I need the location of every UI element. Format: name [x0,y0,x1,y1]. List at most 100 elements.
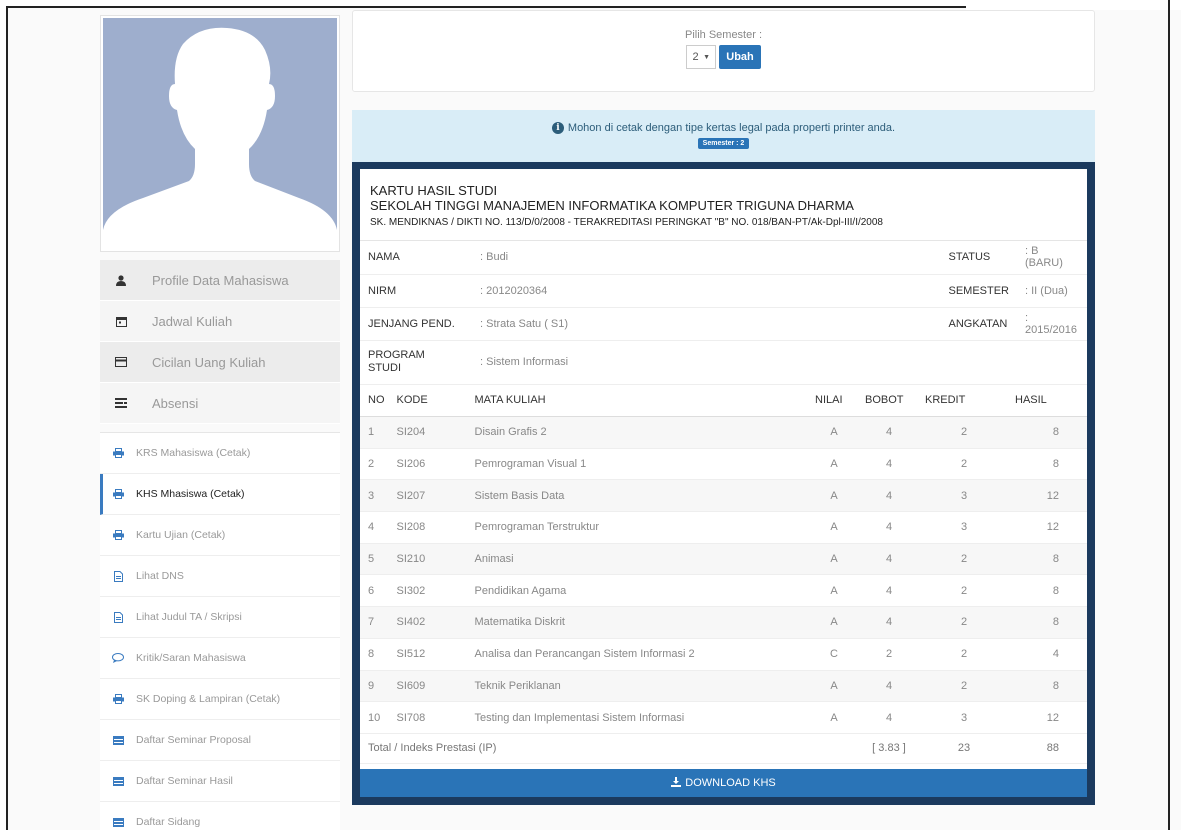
empty-cell [809,733,859,764]
nav-label: Kritik/Saran Mahasiswa [136,652,246,664]
info-icon: i [551,122,564,134]
menu-profile-data[interactable]: Profile Data Mahasiswa [100,260,340,301]
cell-mata-kuliah: Sistem Basis Data [468,479,809,513]
cell-kredit: 2 [919,416,1009,449]
avatar [100,15,340,252]
cell-hasil: 8 [1009,543,1087,576]
grade-header-row: NO KODE MATA KULIAH NILAI BOBOT KREDIT H… [360,384,1087,417]
menu-cicilan-uang-kuliah[interactable]: Cicilan Uang Kuliah [100,342,340,383]
semester-badge: Semester : 2 [697,138,750,149]
nav-seminar-proposal[interactable]: Daftar Seminar Proposal [100,720,340,761]
menu-absensi[interactable]: Absensi [100,383,340,424]
col-no: NO [360,384,391,417]
table-icon [112,816,124,828]
table-row: 10 SI708 Testing dan Implementasi Sistem I… [360,701,1087,734]
nav-khs-cetak[interactable]: KHS Mhasiswa (Cetak) [100,474,340,515]
file-icon [112,570,124,582]
nav-krs-cetak[interactable]: KRS Mahasiswa (Cetak) [100,433,340,474]
cell-nilai: A [809,511,859,544]
cell-nilai: A [809,701,859,734]
semester-label: Pilih Semester : [684,29,763,41]
table-row: 6 SI302 Pendidikan Agama A 4 2 8 [360,574,1087,608]
table-row: 3 SI207 Sistem Basis Data A 4 3 12 [360,479,1087,513]
info-row: JENJANG PEND. : Strata Satu ( S1) ANGKAT… [360,307,1087,341]
nav-label: Lihat DNS [136,570,184,582]
nav-kartu-ujian[interactable]: Kartu Ujian (Cetak) [100,515,340,556]
khs-title: KARTU HASIL STUDI [370,183,498,198]
nav-daftar-sidang[interactable]: Daftar Sidang [100,802,340,830]
nav-seminar-hasil[interactable]: Daftar Seminar Hasil [100,761,340,802]
cell-no: 7 [360,606,391,639]
col-kredit: KREDIT [919,384,1009,417]
menu-label: Absensi [152,395,199,411]
cell-kode: SI207 [390,479,469,513]
jenjang-label: JENJANG PEND. [360,307,472,341]
semester-info-value: : II (Dua) [1017,274,1087,308]
cell-bobot: 4 [859,511,919,544]
cell-kredit: 2 [919,670,1009,703]
cell-kredit: 2 [919,574,1009,608]
menu-label: Profile Data Mahasiswa [152,272,289,288]
user-icon [114,273,128,287]
nav-kritik-saran[interactable]: Kritik/Saran Mahasiswa [100,638,340,679]
nav-lihat-dns[interactable]: Lihat DNS [100,556,340,597]
cell-hasil: 8 [1009,416,1087,449]
download-label: DOWNLOAD KHS [685,777,776,789]
menu-label: Jadwal Kuliah [152,313,233,329]
menu-jadwal-kuliah[interactable]: Jadwal Kuliah [100,301,340,342]
jenjang-value: : Strata Satu ( S1) [472,307,941,341]
cell-mata-kuliah: Teknik Periklanan [468,670,809,703]
file-icon [112,611,124,623]
student-info-table: NAMA : Budi STATUS : B (BARU) NIRM : 201… [360,241,1087,385]
nav-menu: KRS Mahasiswa (Cetak) KHS Mhasiswa (Ceta… [100,432,340,830]
nav-label: SK Doping & Lampiran (Cetak) [136,693,281,705]
total-label: Total / Indeks Prestasi (IP) [360,733,809,764]
status-value: : B (BARU) [1017,241,1087,275]
cell-kode: SI302 [390,574,469,608]
comment-icon [112,652,124,664]
download-khs-button[interactable]: DOWNLOAD KHS [360,769,1087,797]
grade-rows: 1 SI204 Disain Grafis 2 A 4 2 8 2 SI206 Pemrogram… [360,416,1087,734]
table-row: 1 SI204 Disain Grafis 2A428 [360,416,1087,449]
nirm-label: NIRM [360,274,472,308]
cell-hasil: 12 [1009,701,1087,734]
nav-lihat-judul-ta[interactable]: Lihat Judul TA / Skripsi [100,597,340,638]
cell-hasil: 8 [1009,574,1087,608]
cell-bobot: 4 [859,606,919,639]
table-row: 5 SI210 Animasi A 4 2 8 [360,543,1087,576]
printer-icon [112,693,124,705]
nav-label: Daftar Seminar Proposal [136,734,251,746]
prodi-label: PROGRAM STUDI [360,340,472,385]
table-row: 9 SI609 Teknik Periklanan A 4 2 8 [360,670,1087,703]
cell-nilai: A [809,543,859,576]
cell-bobot: 4 [859,543,919,576]
cell-mata-kuliah: Analisa dan Perancangan Sistem Informasi… [468,638,809,671]
col-bobot: BOBOT [859,384,919,417]
sidebar: Profile Data Mahasiswa Jadwal Kuliah Cic… [100,15,340,830]
col-mata-kuliah: MATA KULIAH [468,384,809,417]
table-row: 4 SI208 Pemrograman Terstruktur A 4 3 12 [360,511,1087,544]
cell-kredit: 2 [919,543,1009,576]
cell-mata-kuliah: Testing dan Implementasi Sistem Informas… [468,701,809,734]
empty-cell [1017,340,1087,385]
ubah-button[interactable]: Ubah [719,45,761,69]
list-icon [114,396,128,410]
semester-select[interactable]: 2 ▼ [686,45,717,69]
nama-label: NAMA [360,241,472,275]
print-notice: i Mohon di cetak dengan tipe kertas lega… [352,110,1095,162]
nav-label: Daftar Seminar Hasil [136,775,233,787]
cell-hasil: 12 [1009,511,1087,544]
cell-hasil: 8 [1009,670,1087,703]
cell-nilai: A [809,416,859,449]
cell-hasil: 8 [1009,448,1087,481]
col-nilai: NILAI [809,384,859,417]
cell-no: 5 [360,543,391,576]
accreditation-text: SK. MENDIKNAS / DIKTI NO. 113/D/0/2008 -… [370,217,883,228]
cell-kode: SI206 [390,448,469,481]
nav-sk-doping[interactable]: SK Doping & Lampiran (Cetak) [100,679,340,720]
cell-nilai: A [809,479,859,513]
cell-mata-kuliah: Pendidikan Agama [468,574,809,608]
printer-icon [112,488,124,500]
semester-controls: 2 ▼ Ubah [353,45,1094,69]
printer-icon [112,529,124,541]
